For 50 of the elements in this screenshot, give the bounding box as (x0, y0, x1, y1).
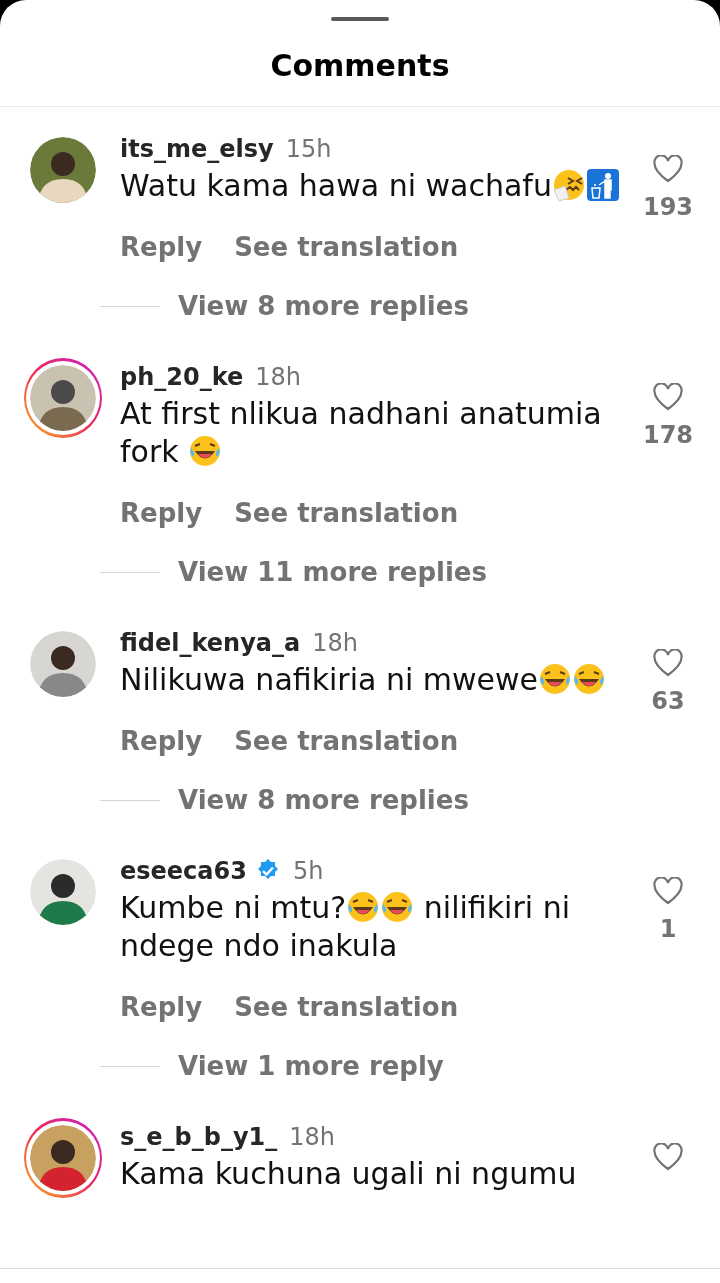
like-count: 1 (659, 915, 677, 943)
comment-time: 5h (292, 857, 324, 885)
sheet-title: Comments (270, 48, 450, 84)
heart-icon[interactable] (653, 1143, 683, 1171)
view-replies-link[interactable]: View 8 more replies (178, 284, 469, 328)
comment-text: ndege ndo inakula (120, 928, 398, 963)
view-replies-link[interactable]: View 11 more replies (178, 550, 487, 594)
action-link[interactable]: Reply (120, 491, 203, 535)
comment-time: 18h (255, 363, 301, 391)
action-link[interactable]: See translation (234, 491, 459, 535)
comment-text: Nilikuwa nafikiria ni mwewe (120, 662, 539, 697)
username[interactable]: ph_20_ke (120, 363, 244, 391)
avatar-icon (30, 365, 96, 431)
comment-text: nilifikiri ni (422, 890, 570, 925)
heart-icon[interactable] (653, 155, 683, 183)
comment-time: 18h (312, 629, 358, 657)
username[interactable]: fidel_kenya_a (120, 629, 301, 657)
laughing-emoji-icon (380, 890, 415, 924)
view-replies-link[interactable]: View 1 more reply (178, 1044, 444, 1088)
comment-time: 18h (289, 1123, 335, 1151)
comment-time: 15h (285, 135, 332, 163)
laughing-emoji-icon (572, 662, 607, 696)
action-link[interactable]: Reply (120, 985, 203, 1029)
action-link[interactable]: See translation (234, 225, 459, 269)
comment-text: At first nlikua nadhani anatumia (120, 396, 602, 431)
comment-text: fork (120, 434, 180, 469)
username[interactable]: eseeca63 (120, 857, 247, 885)
username[interactable]: its_me_elsy (120, 135, 274, 163)
like-count: 178 (642, 421, 694, 449)
litter-sign-icon (585, 168, 620, 202)
heart-icon[interactable] (653, 877, 683, 905)
action-link[interactable]: See translation (234, 719, 459, 763)
comment-text: Kama kuchuna ugali ni ngumu (120, 1156, 577, 1191)
sneezing-emoji-icon (551, 168, 586, 202)
avatar-icon (30, 1125, 96, 1191)
username[interactable]: s_e_b_b_y1_ (120, 1123, 278, 1151)
like-count: 193 (642, 193, 694, 221)
laughing-emoji-icon (188, 434, 223, 468)
view-replies-link[interactable]: View 8 more replies (178, 778, 469, 822)
laughing-emoji-icon (346, 890, 381, 924)
heart-icon[interactable] (653, 649, 683, 677)
comment-text: Kumbe ni mtu? (120, 890, 347, 925)
action-link[interactable]: Reply (120, 719, 203, 763)
like-count: 63 (651, 687, 685, 715)
action-link[interactable]: See translation (234, 985, 459, 1029)
drag-handle[interactable] (331, 17, 389, 21)
action-link[interactable]: Reply (120, 225, 203, 269)
heart-icon[interactable] (653, 383, 683, 411)
comment-text: Watu kama hawa ni wachafu (120, 168, 552, 203)
laughing-emoji-icon (538, 662, 573, 696)
